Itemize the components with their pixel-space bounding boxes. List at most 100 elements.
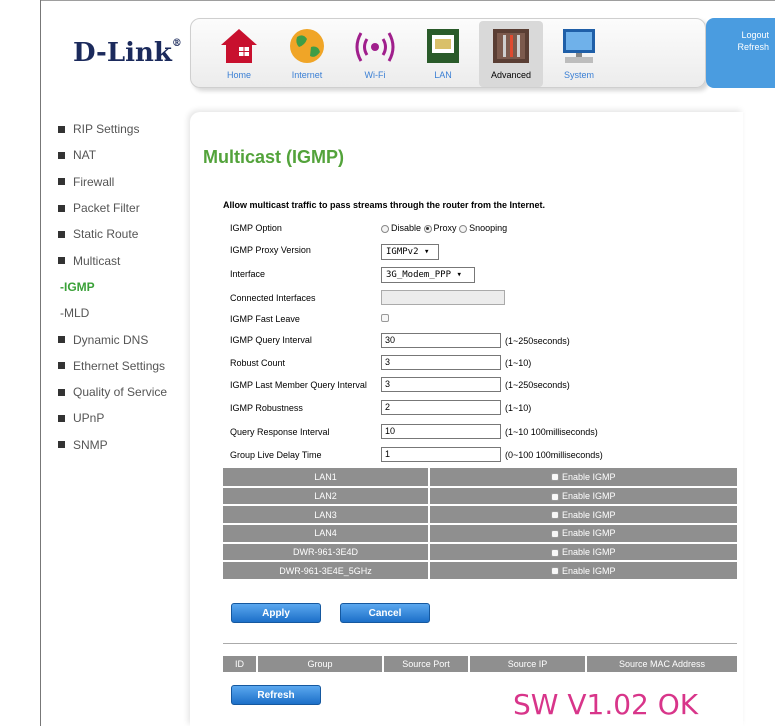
response-interval-input[interactable]: 10 bbox=[381, 424, 501, 439]
enable-igmp-checkbox[interactable] bbox=[551, 492, 560, 501]
sidebar-item-rip[interactable]: RIP Settings bbox=[58, 116, 188, 142]
apply-button[interactable]: Apply bbox=[231, 603, 321, 623]
nav-advanced-label: Advanced bbox=[490, 70, 532, 80]
globe-icon bbox=[285, 25, 329, 67]
radio-proxy-label: Proxy bbox=[433, 223, 457, 233]
dlink-logo: D-Link® bbox=[73, 38, 182, 68]
table-row: LAN3 Enable IGMP bbox=[223, 505, 737, 526]
lan-icon bbox=[421, 25, 465, 67]
last-member-input[interactable]: 3 bbox=[381, 377, 501, 392]
robustness-input[interactable]: 2 bbox=[381, 400, 501, 415]
window-left-border bbox=[40, 0, 41, 726]
chevron-down-icon: ▾ bbox=[423, 247, 430, 257]
enable-igmp-checkbox[interactable] bbox=[551, 567, 560, 576]
sidebar-item-label: Quality of Service bbox=[73, 385, 168, 400]
window-top-border bbox=[40, 0, 775, 6]
page-description: Allow multicast traffic to pass streams … bbox=[223, 200, 546, 210]
home-icon bbox=[217, 25, 261, 67]
query-interval-input[interactable]: 30 bbox=[381, 333, 501, 348]
table-row: DWR-961-3E4D Enable IGMP bbox=[223, 542, 737, 563]
nav-internet-label: Internet bbox=[291, 70, 323, 80]
sidebar-item-static-route[interactable]: Static Route bbox=[58, 221, 188, 247]
lan-name: LAN1 bbox=[223, 468, 430, 488]
sidebar-item-mld[interactable]: -MLD bbox=[58, 300, 188, 326]
sidebar-item-ethernet[interactable]: Ethernet Settings bbox=[58, 353, 188, 379]
bullet-icon bbox=[58, 204, 65, 212]
bullet-icon bbox=[58, 388, 65, 396]
enable-igmp-label: Enable IGMP bbox=[561, 565, 616, 576]
radio-proxy[interactable] bbox=[423, 224, 432, 233]
sidebar-item-label: Ethernet Settings bbox=[73, 358, 166, 373]
robust-count-input[interactable]: 3 bbox=[381, 355, 501, 370]
sidebar-item-upnp[interactable]: UPnP bbox=[58, 405, 188, 431]
radio-disable[interactable] bbox=[381, 224, 389, 233]
sidebar-item-label: -IGMP bbox=[60, 279, 95, 294]
nav-lan[interactable]: LAN bbox=[411, 21, 475, 87]
enable-igmp-cell[interactable]: Enable IGMP bbox=[429, 561, 737, 582]
sidebar-item-packet-filter[interactable]: Packet Filter bbox=[58, 195, 188, 221]
sidebar-item-firewall[interactable]: Firewall bbox=[58, 169, 188, 195]
enable-igmp-checkbox[interactable] bbox=[551, 548, 560, 557]
enable-igmp-checkbox[interactable] bbox=[551, 511, 560, 520]
lan-name: LAN2 bbox=[223, 486, 430, 507]
enable-igmp-cell[interactable]: Enable IGMP bbox=[429, 542, 737, 563]
lan-name: DWR-961-3E4E_5GHz bbox=[223, 561, 430, 582]
sidebar-item-label: Packet Filter bbox=[73, 201, 140, 216]
table-row: LAN1 Enable IGMP bbox=[223, 468, 737, 488]
sidebar-item-igmp[interactable]: -IGMP bbox=[58, 274, 188, 300]
enable-igmp-cell[interactable]: Enable IGMP bbox=[429, 486, 737, 507]
sidebar-item-label: -MLD bbox=[60, 306, 90, 321]
computer-icon bbox=[557, 25, 601, 67]
lan-igmp-table: LAN1 Enable IGMP LAN2 Enable IGMP LAN3 E… bbox=[223, 468, 737, 582]
cancel-button[interactable]: Cancel bbox=[340, 603, 430, 623]
igmp-option-radios: Disable Proxy Snooping bbox=[381, 223, 507, 233]
query-interval-hint: (1~250seconds) bbox=[505, 336, 570, 346]
logout-link[interactable]: Logout bbox=[706, 30, 775, 40]
fast-leave-label: IGMP Fast Leave bbox=[230, 314, 300, 324]
radio-snooping-label: Snooping bbox=[469, 223, 508, 233]
igmp-option-label: IGMP Option bbox=[230, 223, 282, 233]
enable-igmp-cell[interactable]: Enable IGMP bbox=[429, 524, 737, 544]
nav-system-label: System bbox=[563, 70, 594, 80]
enable-igmp-cell[interactable]: Enable IGMP bbox=[429, 505, 737, 526]
interface-select[interactable]: 3G_Modem_PPP ▾ bbox=[381, 267, 475, 283]
bullet-icon bbox=[58, 125, 65, 133]
column-header-source-ip: Source IP bbox=[470, 656, 587, 672]
session-panel: Logout Refresh bbox=[706, 18, 775, 88]
enable-igmp-label: Enable IGMP bbox=[561, 509, 616, 520]
enable-igmp-label: Enable IGMP bbox=[561, 471, 616, 482]
sidebar-item-snmp[interactable]: SNMP bbox=[58, 432, 188, 458]
group-live-input[interactable]: 1 bbox=[381, 447, 501, 462]
last-member-hint: (1~250seconds) bbox=[505, 380, 570, 390]
connected-interfaces-field[interactable] bbox=[381, 290, 505, 305]
nav-system[interactable]: System bbox=[547, 21, 611, 87]
enable-igmp-cell[interactable]: Enable IGMP bbox=[429, 468, 737, 488]
radio-snooping[interactable] bbox=[459, 224, 468, 233]
column-header-source-port: Source Port bbox=[384, 656, 470, 672]
sidebar-item-nat[interactable]: NAT bbox=[58, 142, 188, 168]
proxy-version-value: IGMPv2 bbox=[386, 247, 419, 257]
nav-home[interactable]: Home bbox=[207, 21, 271, 87]
last-member-label: IGMP Last Member Query Interval bbox=[230, 380, 367, 390]
nav-wifi[interactable]: Wi-Fi bbox=[343, 21, 407, 87]
enable-igmp-checkbox[interactable] bbox=[551, 530, 560, 539]
refresh-button[interactable]: Refresh bbox=[231, 685, 321, 705]
nav-wifi-label: Wi-Fi bbox=[364, 70, 386, 80]
bullet-icon bbox=[58, 336, 65, 344]
nav-lan-label: LAN bbox=[434, 70, 452, 80]
proxy-version-select[interactable]: IGMPv2 ▾ bbox=[381, 244, 439, 260]
nav-internet[interactable]: Internet bbox=[275, 21, 339, 87]
sidebar-item-qos[interactable]: Quality of Service bbox=[58, 379, 188, 405]
sidebar-item-multicast[interactable]: Multicast bbox=[58, 247, 188, 273]
fast-leave-checkbox[interactable] bbox=[381, 314, 389, 322]
enable-igmp-label: Enable IGMP bbox=[561, 547, 616, 558]
enable-igmp-checkbox[interactable] bbox=[551, 473, 560, 482]
refresh-link[interactable]: Refresh bbox=[706, 42, 775, 52]
nav-advanced[interactable]: Advanced bbox=[479, 21, 543, 87]
proxy-version-label: IGMP Proxy Version bbox=[230, 245, 311, 255]
top-nav: Home Internet Wi-Fi LAN Advanced System bbox=[190, 18, 706, 88]
sidebar-item-dynamic-dns[interactable]: Dynamic DNS bbox=[58, 326, 188, 352]
bullet-icon bbox=[58, 151, 65, 159]
column-header-id: ID bbox=[223, 656, 258, 672]
bullet-icon bbox=[58, 257, 65, 265]
